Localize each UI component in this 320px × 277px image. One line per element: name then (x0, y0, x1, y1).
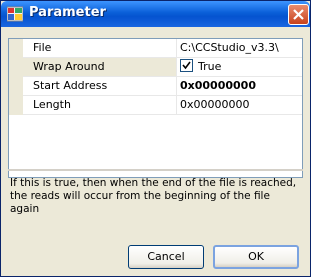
ok-button[interactable]: OK (213, 245, 299, 269)
property-name: Start Address (23, 77, 177, 96)
cancel-button[interactable]: Cancel (128, 245, 204, 269)
property-name: File (23, 39, 177, 58)
property-value[interactable]: C:\CCStudio_v3.3\ (177, 39, 302, 58)
property-name: Length (23, 96, 177, 115)
wrap-around-value: True (198, 60, 222, 73)
property-name: Wrap Around (23, 58, 177, 77)
wrap-around-checkbox[interactable] (180, 59, 193, 72)
property-value-wrap[interactable]: True (177, 58, 302, 77)
parameter-dialog: Parameter File C:\CCStudio_v3.3\ Wrap Ar… (0, 0, 311, 277)
row-gutter (9, 58, 23, 77)
row-gutter (9, 77, 23, 96)
property-value[interactable]: 0x00000000 (177, 77, 302, 96)
property-row-wrap-around[interactable]: Wrap Around True (9, 58, 302, 77)
app-icon (6, 6, 24, 22)
property-row-file[interactable]: File C:\CCStudio_v3.3\ (9, 39, 302, 58)
property-grid[interactable]: File C:\CCStudio_v3.3\ Wrap Around True … (8, 38, 303, 178)
window-title: Parameter (29, 5, 106, 20)
close-icon (293, 9, 304, 20)
property-value[interactable]: 0x00000000 (177, 96, 302, 115)
property-row-start-address[interactable]: Start Address 0x00000000 (9, 77, 302, 96)
row-gutter (9, 39, 23, 58)
property-description: If this is true, then when the end of th… (10, 177, 297, 215)
row-gutter (9, 96, 23, 115)
description-splitter[interactable] (8, 169, 303, 171)
property-row-length[interactable]: Length 0x00000000 (9, 96, 302, 115)
close-button[interactable] (288, 4, 309, 25)
title-bar[interactable]: Parameter (1, 1, 310, 27)
checkmark-icon (182, 61, 191, 70)
